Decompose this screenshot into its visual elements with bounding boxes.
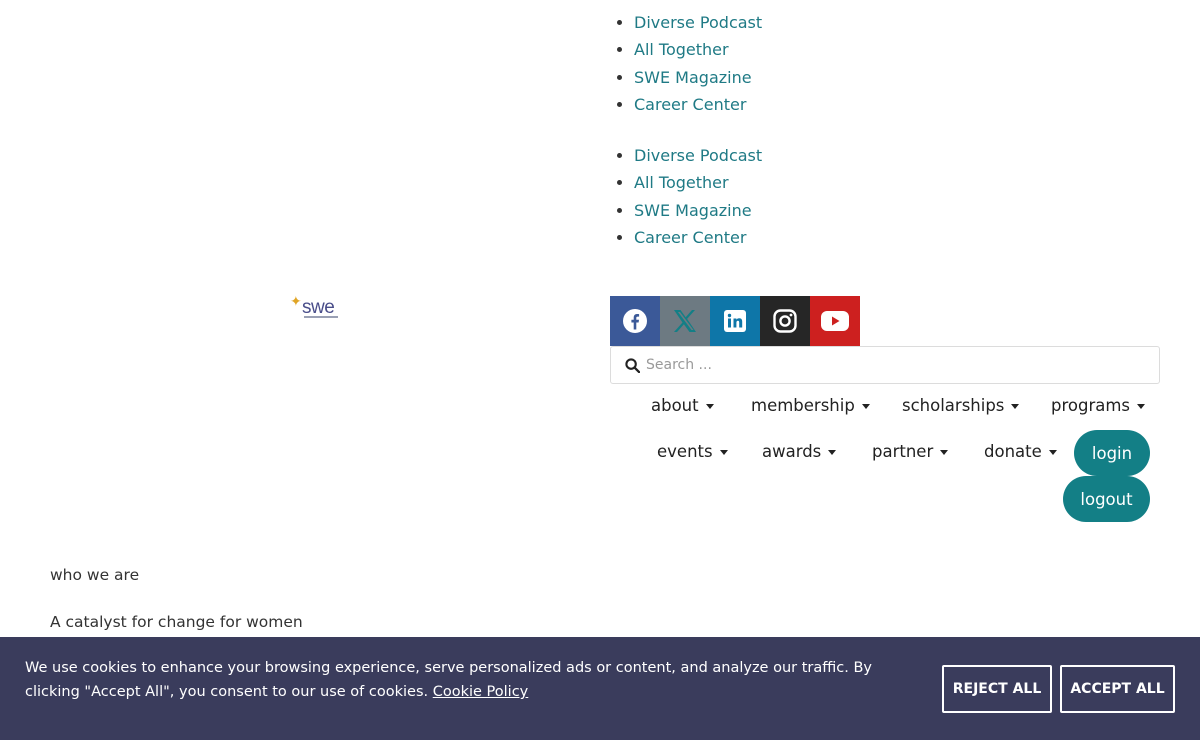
caret-down-icon	[1011, 403, 1020, 409]
nav-awards[interactable]: awards	[762, 442, 837, 461]
swe-logo[interactable]: ✦ swe	[290, 295, 342, 323]
link-swe-magazine[interactable]: SWE Magazine	[634, 201, 752, 220]
star-icon: ✦	[290, 294, 302, 310]
list-item: All Together	[634, 169, 762, 196]
login-button[interactable]: login	[1074, 430, 1150, 476]
youtube-icon[interactable]	[810, 296, 860, 346]
nav-label: programs	[1051, 396, 1131, 415]
cookie-policy-link[interactable]: Cookie Policy	[433, 684, 529, 700]
reject-all-button[interactable]: REJECT ALL	[942, 665, 1052, 713]
nav-programs[interactable]: programs	[1051, 396, 1146, 415]
top-links-list-secondary: Diverse Podcast All Together SWE Magazin…	[634, 142, 762, 251]
section-heading: who we are	[50, 566, 140, 584]
caret-down-icon	[719, 449, 728, 455]
link-career-center[interactable]: Career Center	[634, 228, 746, 247]
nav-partner[interactable]: partner	[872, 442, 949, 461]
search-icon	[625, 357, 640, 373]
link-diverse-podcast[interactable]: Diverse Podcast	[634, 13, 762, 32]
nav-scholarships[interactable]: scholarships	[902, 396, 1020, 415]
caret-down-icon	[705, 403, 714, 409]
x-twitter-icon[interactable]	[660, 296, 710, 346]
logout-button[interactable]: logout	[1063, 476, 1150, 522]
caret-down-icon	[861, 403, 870, 409]
list-item: Diverse Podcast	[634, 9, 762, 36]
nav-label: donate	[984, 442, 1042, 461]
top-links-list: Diverse Podcast All Together SWE Magazin…	[634, 9, 762, 118]
link-career-center[interactable]: Career Center	[634, 95, 746, 114]
nav-label: partner	[872, 442, 934, 461]
list-item: SWE Magazine	[634, 197, 762, 224]
social-links	[610, 296, 860, 346]
list-item: SWE Magazine	[634, 64, 762, 91]
nav-donate[interactable]: donate	[984, 442, 1057, 461]
instagram-icon[interactable]	[760, 296, 810, 346]
list-item: All Together	[634, 36, 762, 63]
nav-label: about	[651, 396, 699, 415]
caret-down-icon	[1137, 403, 1146, 409]
cookie-banner: We use cookies to enhance your browsing …	[0, 637, 1200, 740]
nav-label: awards	[762, 442, 822, 461]
link-all-together[interactable]: All Together	[634, 173, 729, 192]
nav-about[interactable]: about	[651, 396, 714, 415]
caret-down-icon	[828, 449, 837, 455]
list-item: Diverse Podcast	[634, 142, 762, 169]
nav-membership[interactable]: membership	[751, 396, 870, 415]
link-swe-magazine[interactable]: SWE Magazine	[634, 68, 752, 87]
nav-events[interactable]: events	[657, 442, 728, 461]
nav-label: scholarships	[902, 396, 1005, 415]
link-all-together[interactable]: All Together	[634, 40, 729, 59]
nav-label: membership	[751, 396, 855, 415]
accept-all-button[interactable]: ACCEPT ALL	[1060, 665, 1175, 713]
search-bar	[610, 346, 1160, 384]
list-item: Career Center	[634, 91, 762, 118]
search-input[interactable]	[646, 357, 1126, 373]
caret-down-icon	[940, 449, 949, 455]
linkedin-icon[interactable]	[710, 296, 760, 346]
caret-down-icon	[1048, 449, 1057, 455]
list-item: Career Center	[634, 224, 762, 251]
logo-tagline	[304, 316, 338, 318]
section-subheading: A catalyst for change for women	[50, 613, 303, 631]
nav-label: events	[657, 442, 713, 461]
link-diverse-podcast[interactable]: Diverse Podcast	[634, 146, 762, 165]
facebook-icon[interactable]	[610, 296, 660, 346]
cookie-message: We use cookies to enhance your browsing …	[25, 656, 895, 704]
